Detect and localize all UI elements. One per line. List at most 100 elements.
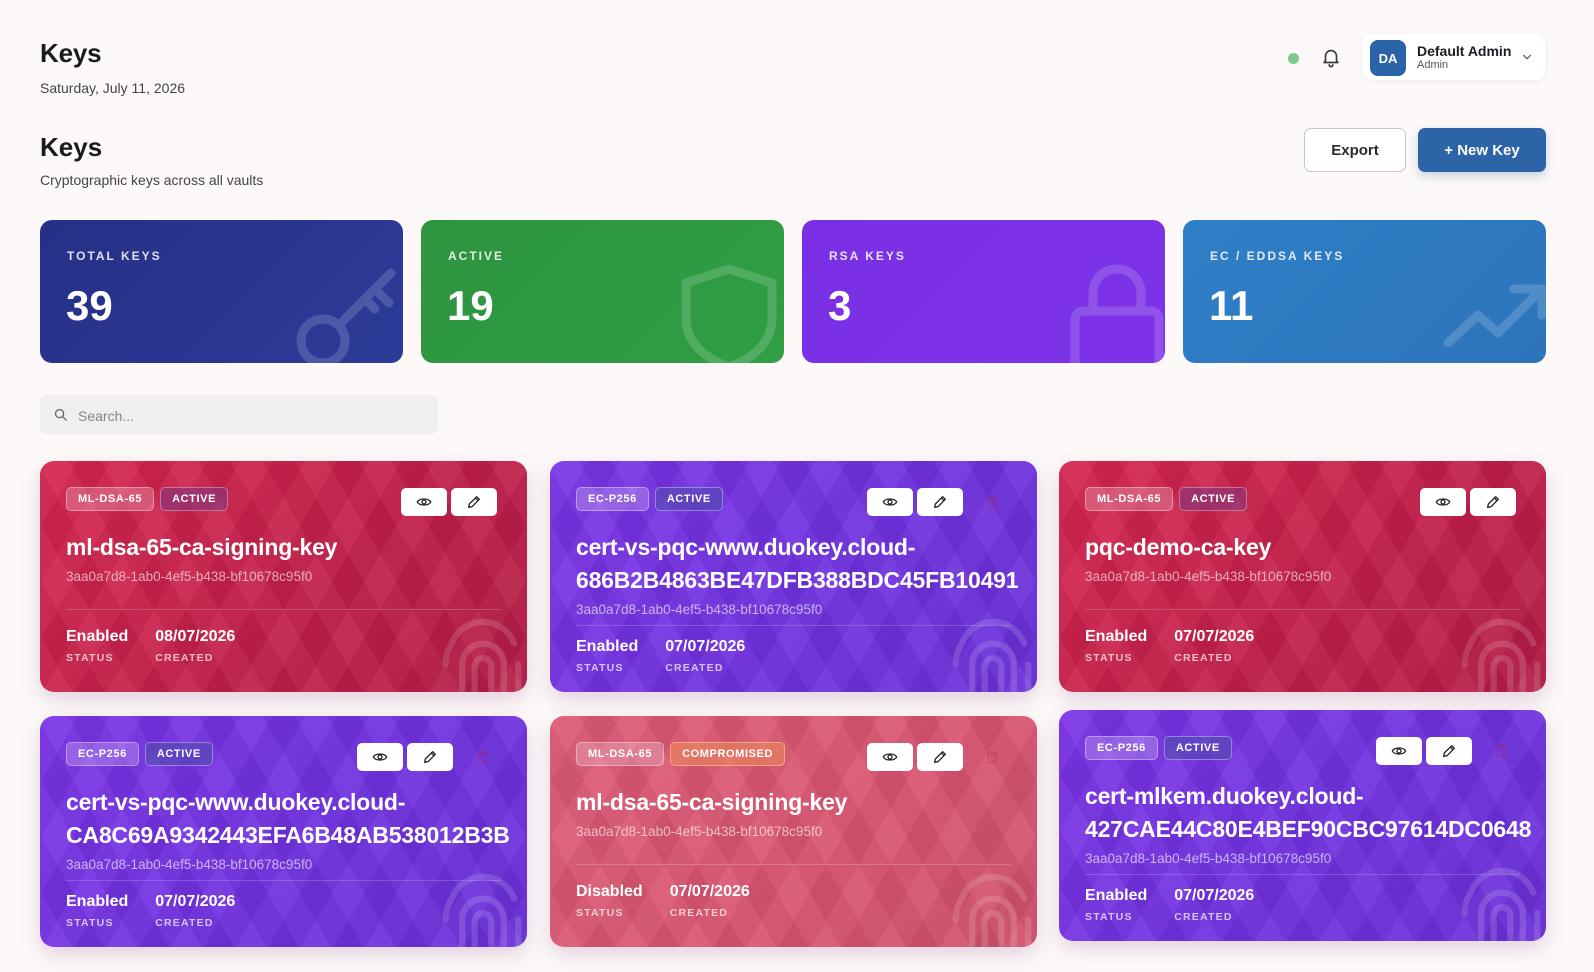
stat-value: 11: [1209, 282, 1254, 329]
trend-icon: [1443, 284, 1546, 348]
status-label: STATUS: [576, 662, 624, 674]
trash-icon: [986, 496, 998, 508]
eye-icon: [1391, 747, 1407, 755]
stat-value: 3: [828, 282, 852, 329]
state-badge: COMPROMISED: [670, 742, 786, 766]
edit-button[interactable]: [1470, 488, 1516, 516]
pencil-icon: [934, 496, 946, 508]
created-value: 07/07/2026: [669, 883, 750, 900]
created-label: CREATED: [1174, 911, 1233, 923]
status-value: Enabled: [1085, 887, 1148, 904]
created-label: CREATED: [155, 652, 214, 664]
delete-button[interactable]: [977, 743, 1007, 771]
new-key-button[interactable]: + New Key: [1418, 128, 1546, 172]
stat-value: 39: [66, 282, 113, 329]
created-value: 07/07/2026: [1174, 628, 1255, 645]
bell-icon[interactable]: [1320, 46, 1342, 68]
pencil-icon: [934, 751, 946, 763]
view-button[interactable]: [357, 743, 403, 771]
key-card[interactable]: EC-P256 ACTIVE cert-mlkem.duokey.cloud-4…: [1059, 710, 1546, 941]
created-label: CREATED: [665, 662, 724, 674]
state-badge: ACTIVE: [144, 742, 213, 766]
key-card[interactable]: EC-P256 ACTIVE cert-vs-pqc-www.duokey.cl…: [40, 716, 527, 947]
status-value: Enabled: [576, 638, 639, 655]
edit-button[interactable]: [407, 743, 453, 771]
key-card[interactable]: ML-DSA-65 ACTIVE ml-dsa-65-ca-signing-ke…: [40, 461, 527, 692]
user-name: Default Admin: [1417, 43, 1512, 59]
key-id: 3aa0a7d8-1ab0-4ef5-b438-bf10678c95f0: [66, 569, 313, 584]
stat-label: RSA KEYS: [829, 249, 906, 263]
user-menu[interactable]: DA Default Admin Admin: [1362, 34, 1546, 80]
stat-label: ACTIVE: [448, 249, 505, 263]
key-name: pqc-demo-ca-key: [1085, 534, 1272, 560]
key-id: 3aa0a7d8-1ab0-4ef5-b438-bf10678c95f0: [576, 602, 823, 617]
key-id: 3aa0a7d8-1ab0-4ef5-b438-bf10678c95f0: [66, 857, 313, 872]
created-value: 08/07/2026: [155, 628, 236, 645]
user-role: Admin: [1417, 59, 1449, 71]
page-subtitle: Cryptographic keys across all vaults: [40, 172, 264, 188]
fingerprint-icon: [1461, 867, 1541, 941]
algorithm-badge: EC-P256: [576, 487, 649, 511]
key-icon: [296, 268, 396, 363]
status-label: STATUS: [576, 907, 624, 919]
stat-total-keys: TOTAL KEYS 39: [40, 220, 403, 363]
edit-button[interactable]: [451, 488, 497, 516]
view-button[interactable]: [867, 488, 913, 516]
fingerprint-icon: [442, 873, 522, 947]
search-box: [40, 395, 438, 436]
key-card[interactable]: EC-P256 ACTIVE cert-vs-pqc-www.duokey.cl…: [550, 461, 1037, 692]
key-name: cert-vs-pqc-www.duokey.cloud-686B2B4863B…: [576, 534, 1019, 593]
key-id: 3aa0a7d8-1ab0-4ef5-b438-bf10678c95f0: [576, 824, 823, 839]
stat-active: ACTIVE 19: [421, 220, 784, 363]
status-label: STATUS: [66, 652, 114, 664]
edit-button[interactable]: [1426, 737, 1472, 765]
status-label: STATUS: [1085, 652, 1133, 664]
search-icon: [54, 408, 67, 421]
fingerprint-icon: [952, 618, 1032, 692]
header-date: Saturday, July 11, 2026: [40, 80, 186, 96]
edit-button[interactable]: [917, 743, 963, 771]
pencil-icon: [1487, 496, 1499, 508]
header-title: Keys: [40, 38, 102, 68]
key-card[interactable]: ML-DSA-65 ACTIVE pqc-demo-ca-key 3aa0a7d…: [1059, 461, 1546, 692]
created-value: 07/07/2026: [1174, 887, 1255, 904]
trash-icon: [1495, 745, 1507, 757]
key-name: ml-dsa-65-ca-signing-key: [576, 789, 848, 815]
search-input[interactable]: [76, 395, 430, 436]
pencil-icon: [424, 751, 436, 763]
algorithm-badge: EC-P256: [1085, 736, 1158, 760]
view-button[interactable]: [1376, 737, 1422, 765]
eye-icon: [882, 498, 898, 506]
pencil-icon: [1443, 745, 1455, 757]
view-button[interactable]: [401, 488, 447, 516]
stat-label: TOTAL KEYS: [67, 249, 162, 263]
trash-icon: [476, 751, 488, 763]
fingerprint-icon: [952, 873, 1032, 947]
created-value: 07/07/2026: [665, 638, 746, 655]
view-button[interactable]: [867, 743, 913, 771]
eye-icon: [372, 753, 388, 761]
delete-button[interactable]: [977, 488, 1007, 516]
pencil-icon: [468, 496, 480, 508]
key-id: 3aa0a7d8-1ab0-4ef5-b438-bf10678c95f0: [1085, 569, 1332, 584]
status-value: Disabled: [576, 883, 643, 900]
status-label: STATUS: [66, 917, 114, 929]
state-badge: ACTIVE: [1163, 736, 1232, 760]
view-button[interactable]: [1420, 488, 1466, 516]
edit-button[interactable]: [917, 488, 963, 516]
eye-icon: [416, 498, 432, 506]
key-name: ml-dsa-65-ca-signing-key: [66, 534, 338, 560]
delete-button[interactable]: [467, 743, 497, 771]
stat-ec-eddsa-keys: EC / EDDSA KEYS 11: [1183, 220, 1546, 363]
export-button[interactable]: Export: [1304, 128, 1406, 172]
delete-button[interactable]: [1486, 737, 1516, 765]
chevron-down-icon: [1522, 54, 1532, 60]
key-card[interactable]: ML-DSA-65 COMPROMISED ml-dsa-65-ca-signi…: [550, 716, 1037, 947]
created-label: CREATED: [669, 907, 729, 919]
page-title: Keys: [40, 132, 103, 162]
state-badge: ACTIVE: [1179, 487, 1248, 511]
created-value: 07/07/2026: [155, 893, 236, 910]
state-badge: ACTIVE: [654, 487, 723, 511]
stat-label: EC / EDDSA KEYS: [1210, 249, 1345, 263]
key-id: 3aa0a7d8-1ab0-4ef5-b438-bf10678c95f0: [1085, 851, 1332, 866]
